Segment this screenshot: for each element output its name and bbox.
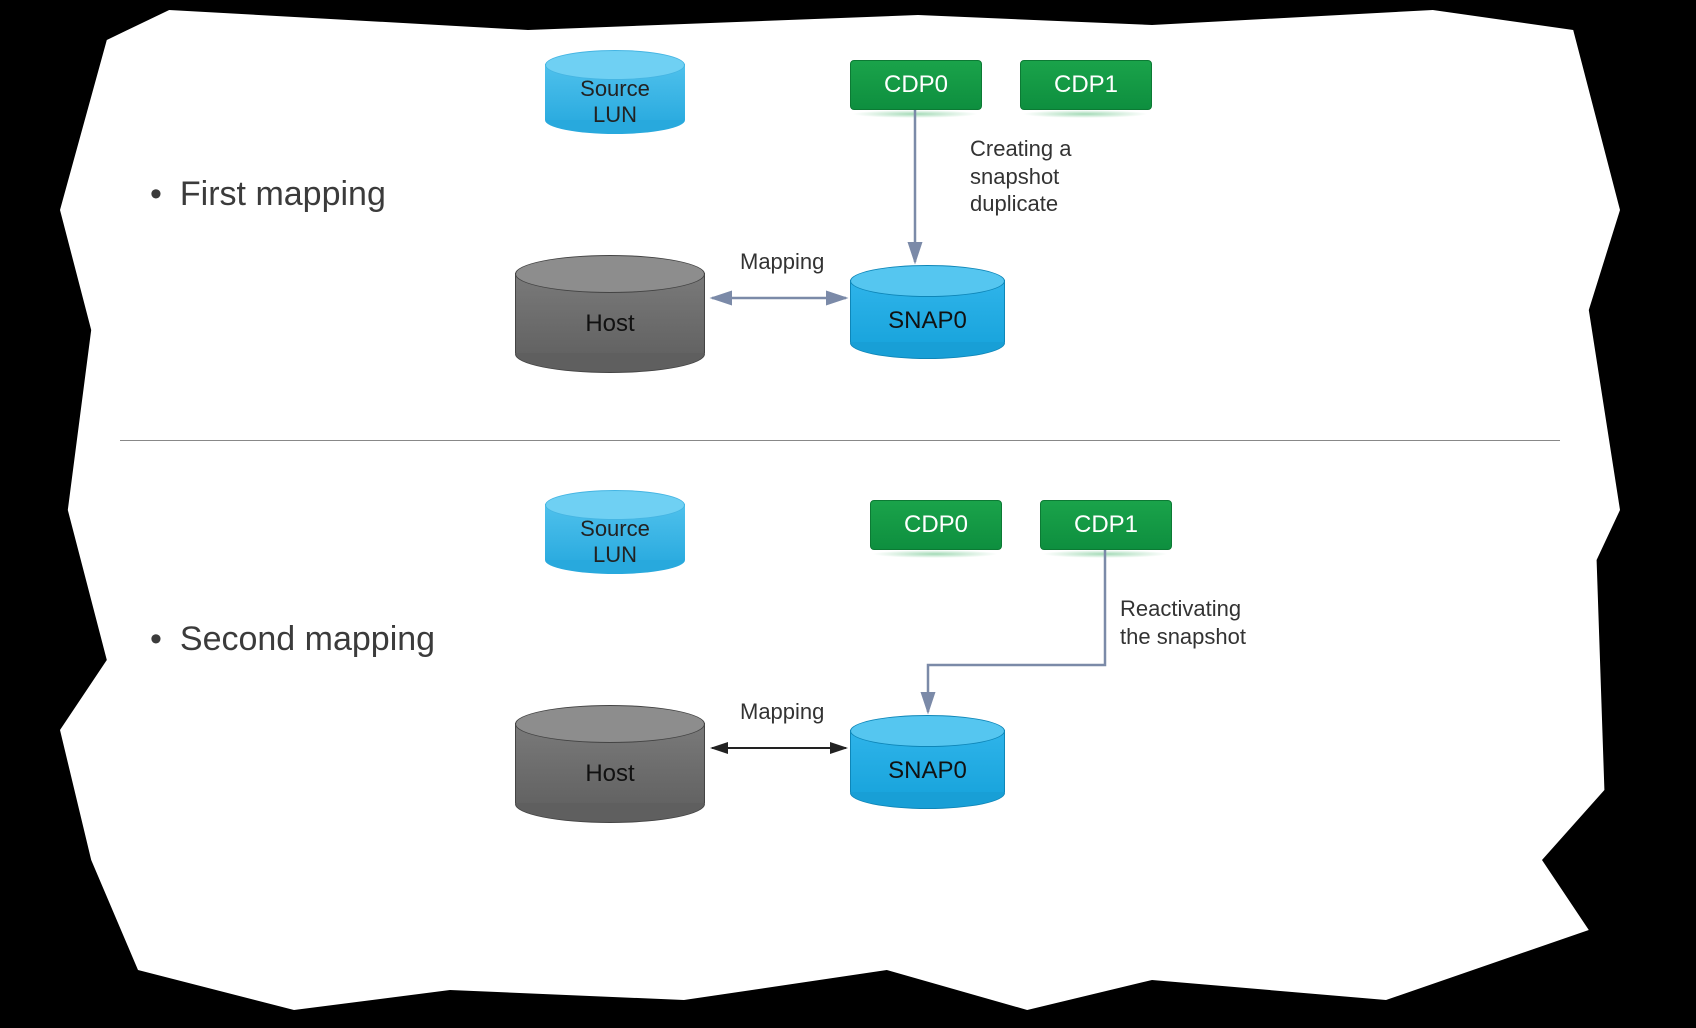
arrow-cdp1-to-snap0-2	[928, 550, 1105, 712]
arrows-layer	[60, 10, 1620, 1010]
source-lun-label-1: Source LUN	[545, 76, 685, 128]
second-mapping-title: Second mapping	[150, 620, 435, 659]
snap0-cylinder-2: SNAP0	[850, 715, 1005, 805]
host-cylinder-1: Host	[515, 255, 705, 370]
snap0-cylinder-1: SNAP0	[850, 265, 1005, 355]
host-label-2: Host	[515, 760, 705, 788]
first-mapping-title: First mapping	[150, 175, 386, 214]
cdp1-box-2: CDP1	[1040, 500, 1172, 550]
host-cylinder-2: Host	[515, 705, 705, 820]
section-divider	[120, 440, 1560, 441]
snap0-label-1: SNAP0	[850, 307, 1005, 335]
source-lun-label-2: Source LUN	[545, 516, 685, 568]
note-reactivating: Reactivating the snapshot	[1120, 595, 1246, 650]
source-lun-cylinder-2: Source LUN	[545, 490, 685, 570]
mapping-label-1: Mapping	[740, 248, 824, 276]
cdp1-box-1: CDP1	[1020, 60, 1152, 110]
note-creating-snapshot: Creating a snapshot duplicate	[970, 135, 1072, 218]
cdp0-box-1: CDP0	[850, 60, 982, 110]
host-label-1: Host	[515, 310, 705, 338]
source-lun-cylinder-1: Source LUN	[545, 50, 685, 130]
cdp0-box-2: CDP0	[870, 500, 1002, 550]
mapping-label-2: Mapping	[740, 698, 824, 726]
diagram-canvas: First mapping Source LUN CDP0 CDP1 Creat…	[60, 10, 1620, 1010]
snap0-label-2: SNAP0	[850, 757, 1005, 785]
